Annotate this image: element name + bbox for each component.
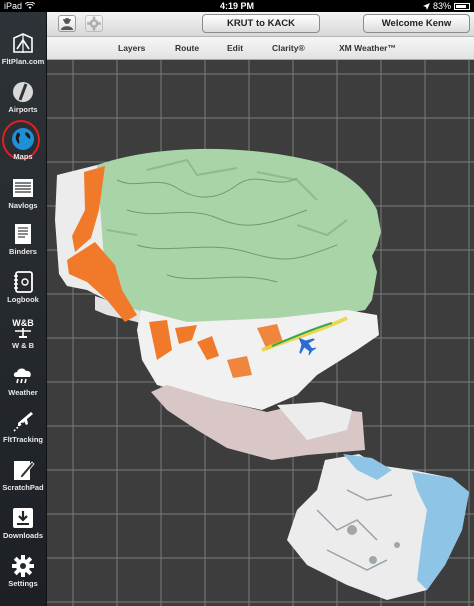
sidebar-item-navlogs[interactable]: Navlogs <box>0 172 46 218</box>
pilot-icon <box>61 18 73 30</box>
sidebar-item-settings[interactable]: Settings <box>0 550 46 596</box>
sidebar-item-weight-balance[interactable]: W&B W & B <box>0 312 46 358</box>
airport-icon <box>13 82 33 102</box>
battery-level <box>456 4 466 8</box>
status-right: 83% <box>422 0 470 12</box>
airport-marker <box>369 556 377 564</box>
sidebar-item-label: Weather <box>8 388 38 397</box>
gear-icon <box>87 16 101 31</box>
sidebar: FltPlan.com Airports Maps Navlogs Binder <box>0 12 47 606</box>
top-toolbar: KRUT to KACK Welcome Kenw <box>47 12 474 37</box>
fltplan-logo-icon <box>13 33 33 53</box>
sidebar-item-label: Navlogs <box>8 201 38 210</box>
battery-percent: 83% <box>432 1 451 11</box>
airport-marker <box>394 542 400 548</box>
binder-icon <box>15 224 31 244</box>
map-view[interactable] <box>47 60 474 606</box>
weight-balance-icon-text: W&B <box>12 318 34 328</box>
battery-icon <box>454 2 470 10</box>
sidebar-item-scratchpad[interactable]: ScratchPad <box>0 454 46 500</box>
route-button[interactable]: KRUT to KACK <box>202 14 320 33</box>
weight-balance-icon: W&B <box>12 318 34 338</box>
welcome-button[interactable]: Welcome Kenw <box>363 14 470 33</box>
gear-icon <box>12 555 34 577</box>
sidebar-item-maps[interactable]: Maps <box>0 120 46 169</box>
menu-xm-weather[interactable]: XM Weather™ <box>339 37 396 59</box>
sidebar-item-fltplan[interactable]: FltPlan.com <box>0 28 46 74</box>
sectional-chart-canada <box>97 148 381 328</box>
sidebar-item-label: Maps <box>13 152 33 161</box>
sidebar-item-binders[interactable]: Binders <box>0 218 46 264</box>
navlog-icon <box>13 179 33 197</box>
menu-clarity[interactable]: Clarity® <box>272 37 305 59</box>
map-canvas[interactable] <box>47 60 474 606</box>
logbook-icon <box>14 271 33 293</box>
sidebar-item-label: Downloads <box>2 531 43 540</box>
globe-icon <box>12 128 34 150</box>
sidebar-item-label: Binders <box>9 247 37 256</box>
status-time: 4:19 PM <box>219 1 254 11</box>
sidebar-item-label: Settings <box>8 579 38 588</box>
sidebar-item-label: FltTracking <box>2 435 43 444</box>
status-bar: iPad 4:19 PM 83% <box>0 0 474 12</box>
flight-tracking-icon <box>13 412 33 432</box>
sidebar-item-weather[interactable]: Weather <box>0 359 46 405</box>
airport-marker <box>347 525 357 535</box>
sidebar-item-label: W & B <box>11 341 35 350</box>
menu-layers[interactable]: Layers <box>118 37 145 59</box>
sidebar-item-label: ScratchPad <box>2 483 44 492</box>
sidebar-item-airports[interactable]: Airports <box>0 76 46 122</box>
sidebar-item-downloads[interactable]: Downloads <box>0 502 46 548</box>
settings-button[interactable] <box>85 15 103 32</box>
weather-icon <box>13 368 31 384</box>
sidebar-item-flight-tracking[interactable]: FltTracking <box>0 406 46 452</box>
pilot-profile-button[interactable] <box>58 15 76 32</box>
sidebar-item-label: Logbook <box>7 295 39 304</box>
download-icon <box>13 508 33 528</box>
scratchpad-icon <box>14 461 35 480</box>
menu-bar: Layers Route Edit Clarity® XM Weather™ <box>47 37 474 60</box>
sidebar-item-logbook[interactable]: Logbook <box>0 266 46 312</box>
menu-route[interactable]: Route <box>175 37 199 59</box>
sidebar-item-label: FltPlan.com <box>1 57 45 66</box>
sidebar-item-label: Airports <box>8 105 38 114</box>
location-arrow-icon <box>422 2 430 10</box>
menu-edit[interactable]: Edit <box>227 37 243 59</box>
